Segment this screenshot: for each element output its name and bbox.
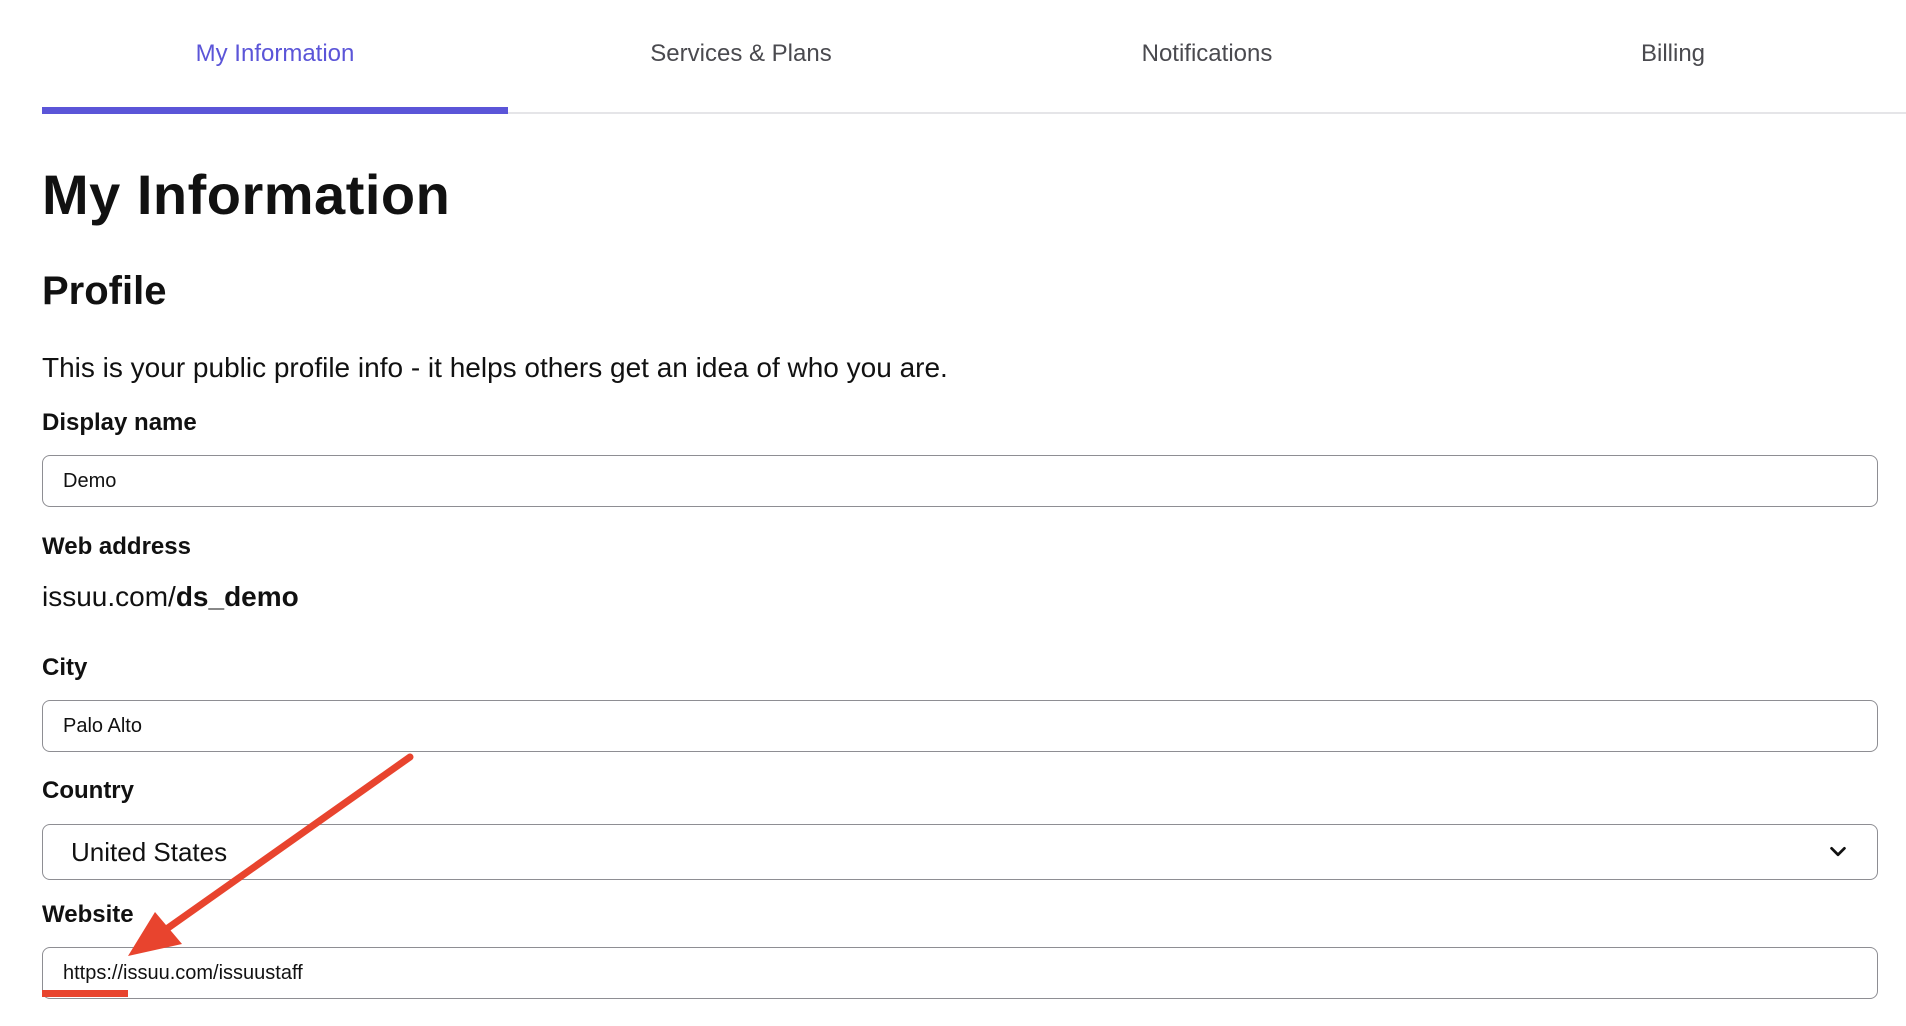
display-name-label: Display name xyxy=(42,409,197,436)
tab-billing[interactable]: Billing xyxy=(1440,0,1906,112)
web-address-prefix: issuu.com/ xyxy=(42,581,176,612)
tab-label: My Information xyxy=(195,40,355,67)
country-select[interactable]: United States xyxy=(42,824,1878,880)
profile-heading: Profile xyxy=(42,269,167,313)
settings-tabs: My Information Services & Plans Notifica… xyxy=(42,0,1906,114)
web-address-handle: ds_demo xyxy=(175,581,299,612)
website-input[interactable] xyxy=(42,947,1878,999)
tab-notifications[interactable]: Notifications xyxy=(974,0,1440,112)
tab-label: Billing xyxy=(1640,40,1706,67)
city-label: City xyxy=(42,654,88,681)
settings-page: My Information Services & Plans Notifica… xyxy=(0,0,1906,1026)
tab-label: Notifications xyxy=(1141,40,1273,67)
page-title: My Information xyxy=(42,163,451,226)
city-input[interactable] xyxy=(42,700,1878,752)
profile-description: This is your public profile info - it he… xyxy=(42,352,948,383)
country-select-value: United States xyxy=(71,836,228,867)
web-address-value: issuu.com/ds_demo xyxy=(42,581,299,613)
website-label: Website xyxy=(42,901,134,928)
web-address-label: Web address xyxy=(42,533,191,560)
tab-label: Services & Plans xyxy=(650,40,832,67)
chevron-down-icon xyxy=(1830,846,1846,857)
tab-my-information[interactable]: My Information xyxy=(42,0,508,114)
country-label: Country xyxy=(42,777,134,804)
display-name-input[interactable] xyxy=(42,455,1878,507)
tab-services-plans[interactable]: Services & Plans xyxy=(508,0,974,112)
